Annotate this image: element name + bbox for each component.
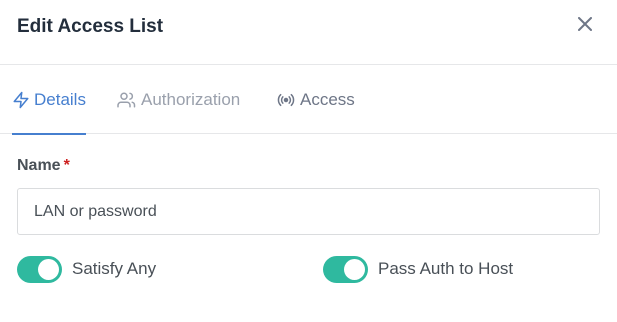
broadcast-icon	[276, 91, 296, 109]
satisfy-any-switch[interactable]	[17, 255, 62, 283]
satisfy-any-toggle[interactable]: Satisfy Any	[17, 255, 156, 283]
bolt-icon	[12, 91, 30, 109]
tab-authorization[interactable]: Authorization	[117, 65, 240, 134]
required-marker: *	[63, 157, 70, 174]
tab-details-label: Details	[34, 89, 86, 109]
users-icon	[117, 91, 137, 109]
switch-knob	[344, 258, 365, 280]
pass-auth-switch[interactable]	[323, 255, 368, 283]
tab-access-label: Access	[300, 89, 355, 109]
close-button[interactable]	[574, 15, 596, 37]
switch-knob	[38, 258, 59, 280]
modal-title: Edit Access List	[17, 16, 164, 37]
name-label: Name *	[17, 156, 70, 176]
tab-access[interactable]: Access	[276, 65, 355, 134]
tab-bar: Details Authorization Access	[0, 65, 617, 135]
close-icon	[578, 16, 592, 36]
modal-header: Edit Access List	[0, 0, 617, 65]
tab-details[interactable]: Details	[12, 65, 86, 135]
tab-authorization-label: Authorization	[141, 89, 241, 109]
name-label-text: Name	[17, 157, 61, 174]
pass-auth-toggle[interactable]: Pass Auth to Host	[323, 255, 513, 283]
name-input[interactable]	[17, 188, 600, 235]
pass-auth-label: Pass Auth to Host	[378, 259, 514, 278]
satisfy-any-label: Satisfy Any	[72, 259, 157, 278]
